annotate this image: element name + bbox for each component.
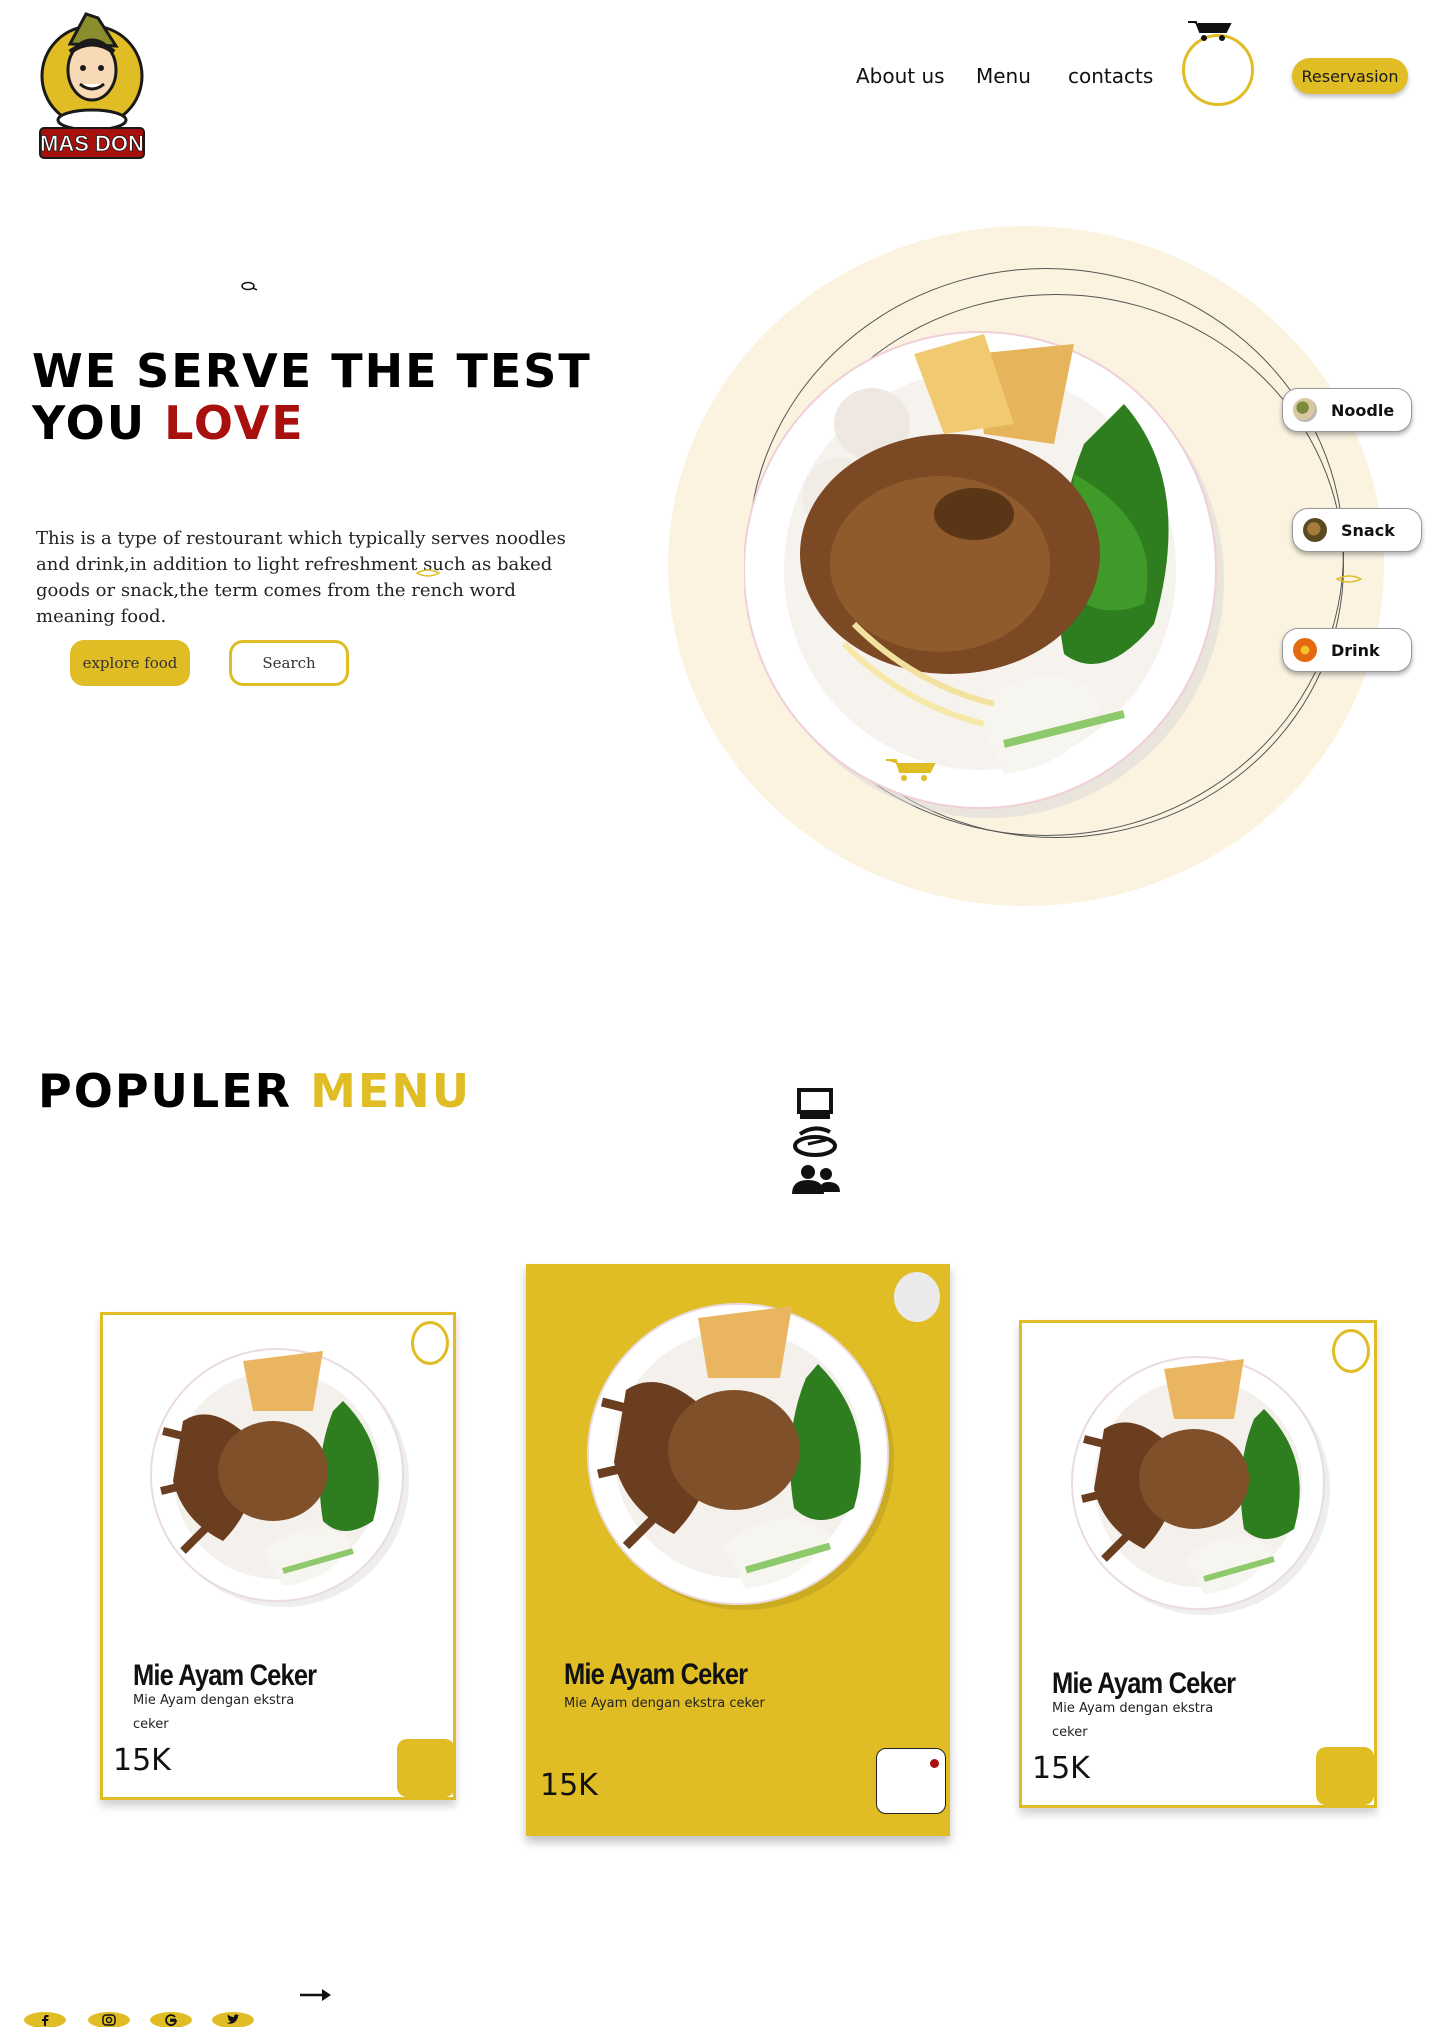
reservation-button[interactable]: Reservasion <box>1292 58 1408 94</box>
nav-contacts[interactable]: contacts <box>1068 64 1153 88</box>
snack-icon <box>1303 518 1327 542</box>
instagram-icon[interactable] <box>88 2012 130 2027</box>
add-to-cart-button[interactable] <box>876 1748 946 1814</box>
hero-title-accent: LOVE <box>164 396 305 450</box>
menu-card-featured[interactable]: Mie Ayam Ceker Mie Ayam dengan ekstra ce… <box>526 1264 950 1836</box>
category-label: Drink <box>1331 640 1380 660</box>
menu-item-name: Mie Ayam Ceker <box>564 1658 748 1691</box>
drink-icon <box>1293 638 1317 662</box>
menu-card[interactable]: Mie Ayam Ceker Mie Ayam dengan ekstra ce… <box>1019 1320 1377 1808</box>
hero-food-image <box>743 324 1224 829</box>
category-label: Snack <box>1341 520 1395 540</box>
nav-menu[interactable]: Menu <box>976 64 1031 88</box>
menu-item-description: Mie Ayam dengan ekstra ceker <box>1052 1701 1214 1740</box>
menu-item-name: Mie Ayam Ceker <box>1052 1667 1236 1700</box>
search-button[interactable]: Search <box>229 640 349 686</box>
logo-text: MAS DON <box>40 131 144 156</box>
menu-item-price: 15K <box>113 1743 171 1778</box>
menu-item-image <box>150 1348 409 1607</box>
logo[interactable]: MAS DON <box>36 8 148 160</box>
facebook-icon[interactable] <box>24 2012 66 2027</box>
favorite-toggle[interactable] <box>894 1272 940 1322</box>
menu-item-description: Mie Ayam dengan ekstra ceker <box>564 1696 765 1711</box>
add-to-cart-button[interactable] <box>1316 1747 1374 1805</box>
hero-title-line2: YOU <box>32 396 165 450</box>
menu-item-description: Mie Ayam dengan ekstra ceker <box>133 1693 295 1732</box>
category-drink-button[interactable]: Drink <box>1282 628 1412 672</box>
dish-icon <box>786 1124 844 1158</box>
category-label: Noodle <box>1331 400 1395 420</box>
category-snack-button[interactable]: Snack <box>1292 508 1422 552</box>
monitor-icon <box>786 1088 844 1122</box>
popular-title-prefix: POPULER <box>38 1064 311 1118</box>
cart-icon[interactable] <box>1186 18 1232 42</box>
notification-dot <box>930 1759 939 1768</box>
add-to-cart-button[interactable] <box>397 1739 455 1797</box>
favorite-toggle[interactable] <box>1332 1329 1370 1373</box>
popular-menu-title: POPULER MENU <box>38 1064 471 1118</box>
menu-item-name: Mie Ayam Ceker <box>133 1659 317 1692</box>
nav-about-us[interactable]: About us <box>856 64 945 88</box>
cart-ring[interactable] <box>1182 34 1254 106</box>
menu-item-price: 15K <box>1032 1751 1090 1786</box>
menu-item-image <box>1071 1356 1330 1615</box>
wave-icon <box>1335 572 1363 583</box>
noodle-icon <box>1293 398 1317 422</box>
search-icon <box>240 278 258 291</box>
popular-title-accent: MENU <box>310 1064 472 1118</box>
hero-title-line1: WE SERVE THE TEST <box>32 344 592 398</box>
users-icon <box>786 1162 844 1196</box>
explore-food-button[interactable]: explore food <box>70 640 190 686</box>
hero-description: This is a type of restourant which typic… <box>36 528 566 627</box>
hero-title: WE SERVE THE TEST YOU LOVE <box>32 345 592 449</box>
menu-item-price: 15K <box>540 1768 598 1803</box>
menu-card[interactable]: Mie Ayam Ceker Mie Ayam dengan ekstra ce… <box>100 1312 456 1800</box>
add-to-cart-icon[interactable] <box>884 756 936 782</box>
twitter-icon[interactable] <box>212 2012 254 2027</box>
category-noodle-button[interactable]: Noodle <box>1282 388 1412 432</box>
arrow-right-icon[interactable] <box>300 1988 332 2002</box>
menu-item-image <box>587 1303 894 1610</box>
google-icon[interactable] <box>150 2012 192 2027</box>
favorite-toggle[interactable] <box>411 1321 449 1365</box>
wave-icon <box>415 566 441 577</box>
